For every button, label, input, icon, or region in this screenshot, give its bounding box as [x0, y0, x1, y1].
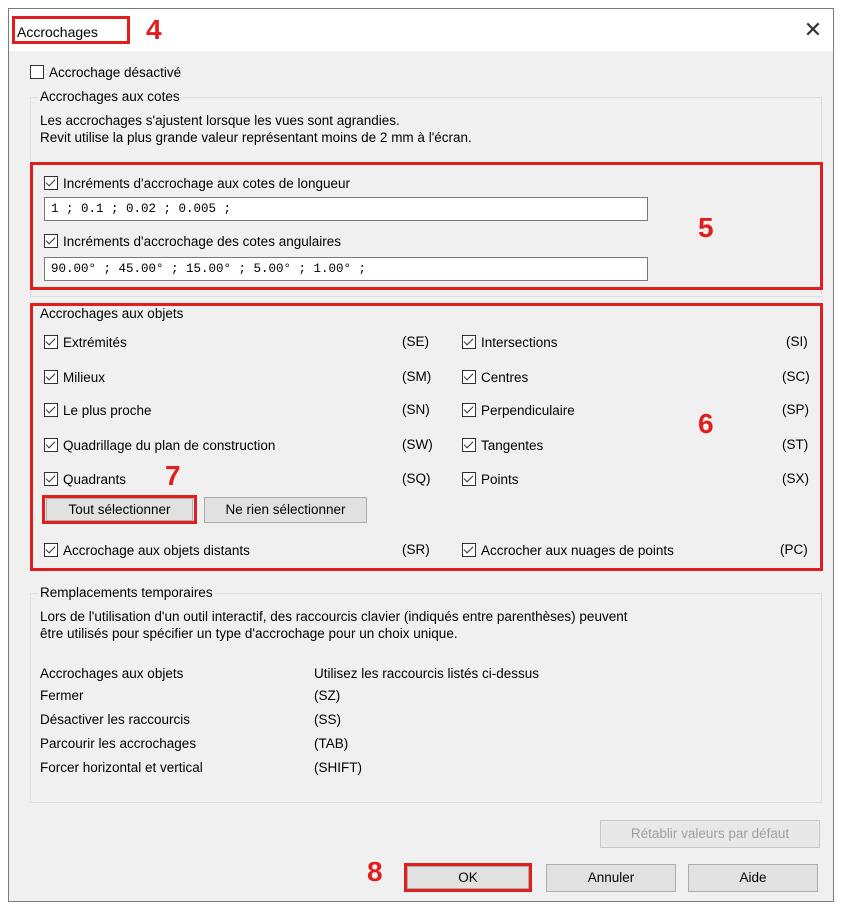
checkbox-checked-icon — [44, 472, 58, 486]
override-value-object-snaps: Utilisez les raccourcis listés ci-dessus — [314, 666, 540, 681]
checkbox-checked-icon — [44, 335, 58, 349]
dimension-snaps-title: Accrochages aux cotes — [38, 89, 182, 104]
snap-centers-checkbox[interactable]: Centres — [462, 368, 528, 386]
snap-points-code: (SX) — [782, 471, 809, 486]
length-increments-label: Incréments d'accrochage aux cotes de lon… — [63, 175, 351, 191]
checkbox-checked-icon — [44, 370, 58, 384]
override-label-disable: Désactiver les raccourcis — [40, 712, 191, 727]
dimension-snaps-description-1: Les accrochages s'ajustent lorsque les v… — [40, 113, 400, 128]
snap-perpendicular-label: Perpendiculaire — [481, 402, 575, 418]
snap-endpoints-code: (SE) — [402, 334, 429, 349]
override-value-close: (SZ) — [314, 688, 341, 703]
checkbox-checked-icon — [44, 543, 58, 557]
snap-disabled-label: Accrochage désactivé — [49, 64, 182, 80]
snap-centers-code: (SC) — [782, 369, 810, 384]
snap-tangents-label: Tangentes — [481, 437, 544, 453]
cancel-button[interactable]: Annuler — [546, 864, 676, 892]
snap-remote-objects-label: Accrochage aux objets distants — [63, 542, 250, 558]
snap-midpoints-code: (SM) — [402, 369, 432, 384]
select-all-button[interactable]: Tout sélectionner — [46, 498, 193, 521]
ok-button[interactable]: OK — [407, 866, 529, 889]
snap-quadrants-code: (SQ) — [402, 471, 431, 486]
angular-increments-checkbox[interactable]: Incréments d'accrochage des cotes angula… — [44, 232, 341, 250]
object-snaps-title: Accrochages aux objets — [40, 306, 184, 321]
annotation-6: 6 — [698, 408, 714, 439]
checkbox-checked-icon — [44, 234, 58, 248]
snap-workplane-grid-code: (SW) — [402, 437, 433, 452]
snap-endpoints-label: Extrémités — [63, 334, 127, 350]
annotation-7: 7 — [165, 460, 181, 491]
snap-remote-objects-code: (SR) — [402, 542, 430, 557]
title-highlight-box — [12, 16, 130, 44]
override-value-disable: (SS) — [314, 712, 341, 727]
snap-remote-objects-checkbox[interactable]: Accrochage aux objets distants — [44, 541, 250, 559]
override-value-force: (SHIFT) — [314, 760, 362, 775]
override-label-object-snaps: Accrochages aux objets — [40, 666, 184, 681]
annotation-4: 4 — [146, 14, 162, 45]
snap-midpoints-label: Milieux — [63, 369, 106, 385]
snap-points-checkbox[interactable]: Points — [462, 470, 519, 488]
checkbox-checked-icon — [44, 438, 58, 452]
snap-intersections-checkbox[interactable]: Intersections — [462, 333, 558, 351]
snap-nearest-code: (SN) — [402, 402, 430, 417]
angular-increments-label: Incréments d'accrochage des cotes angula… — [63, 233, 341, 249]
checkbox-checked-icon — [462, 335, 476, 349]
checkbox-checked-icon — [44, 176, 58, 190]
override-value-cycle: (TAB) — [314, 736, 349, 751]
snap-point-clouds-code: (PC) — [780, 542, 808, 557]
title-bar: Accrochages ✕ — [9, 9, 833, 51]
temporary-overrides-title: Remplacements temporaires — [38, 585, 215, 600]
snap-disabled-checkbox[interactable]: Accrochage désactivé — [30, 63, 181, 81]
snap-tangents-checkbox[interactable]: Tangentes — [462, 436, 543, 454]
snap-point-clouds-checkbox[interactable]: Accrocher aux nuages de points — [462, 541, 674, 559]
snap-intersections-label: Intersections — [481, 334, 558, 350]
annotation-8: 8 — [367, 856, 383, 887]
snap-tangents-code: (ST) — [782, 437, 809, 452]
checkbox-checked-icon — [462, 370, 476, 384]
override-label-force: Forcer horizontal et vertical — [40, 760, 203, 775]
checkbox-checked-icon — [462, 438, 476, 452]
checkbox-checked-icon — [462, 472, 476, 486]
length-increments-checkbox[interactable]: Incréments d'accrochage aux cotes de lon… — [44, 174, 350, 192]
snap-nearest-label: Le plus proche — [63, 402, 152, 418]
snap-intersections-code: (SI) — [786, 334, 808, 349]
snap-point-clouds-label: Accrocher aux nuages de points — [481, 542, 674, 558]
snap-quadrants-label: Quadrants — [63, 471, 127, 487]
length-increments-input[interactable]: 1 ; 0.1 ; 0.02 ; 0.005 ; — [44, 197, 648, 221]
checkbox-checked-icon — [462, 403, 476, 417]
checkbox-checked-icon — [44, 403, 58, 417]
close-icon[interactable]: ✕ — [801, 19, 825, 43]
help-button[interactable]: Aide — [688, 864, 818, 892]
snap-midpoints-checkbox[interactable]: Milieux — [44, 368, 105, 386]
angular-increments-input[interactable]: 90.00° ; 45.00° ; 15.00° ; 5.00° ; 1.00°… — [44, 257, 648, 281]
snap-quadrants-checkbox[interactable]: Quadrants — [44, 470, 126, 488]
temporary-overrides-description-2: être utilisés pour spécifier un type d'a… — [40, 626, 458, 641]
snap-centers-label: Centres — [481, 369, 529, 385]
checkbox-icon — [30, 65, 44, 79]
temporary-overrides-description-1: Lors de l'utilisation d'un outil interac… — [40, 609, 628, 624]
restore-defaults-button[interactable]: Rétablir valeurs par défaut — [600, 820, 820, 848]
snap-workplane-grid-checkbox[interactable]: Quadrillage du plan de construction — [44, 436, 275, 454]
override-label-cycle: Parcourir les accrochages — [40, 736, 197, 751]
annotation-5: 5 — [698, 212, 714, 243]
select-none-button[interactable]: Ne rien sélectionner — [204, 497, 367, 523]
snap-workplane-grid-label: Quadrillage du plan de construction — [63, 437, 276, 453]
dimension-snaps-description-2: Revit utilise la plus grande valeur repr… — [40, 130, 472, 145]
checkbox-checked-icon — [462, 543, 476, 557]
snap-endpoints-checkbox[interactable]: Extrémités — [44, 333, 127, 351]
snap-perpendicular-checkbox[interactable]: Perpendiculaire — [462, 401, 575, 419]
snap-perpendicular-code: (SP) — [782, 402, 809, 417]
snap-nearest-checkbox[interactable]: Le plus proche — [44, 401, 152, 419]
override-label-close: Fermer — [40, 688, 84, 703]
snap-points-label: Points — [481, 471, 519, 487]
